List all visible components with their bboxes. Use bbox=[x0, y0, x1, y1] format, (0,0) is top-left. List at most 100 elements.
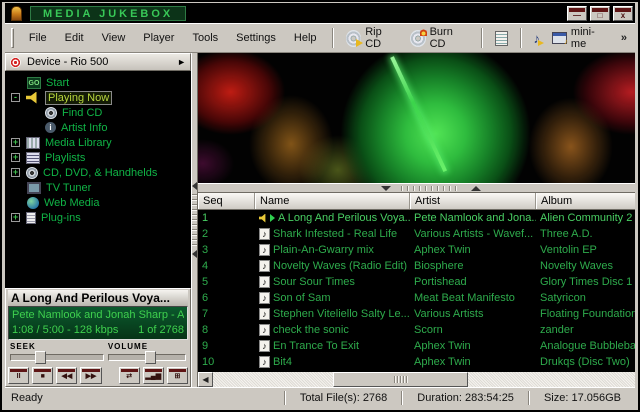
horizontal-scrollbar[interactable]: ◀ ▶ bbox=[198, 372, 635, 387]
expand-expander[interactable]: + bbox=[11, 153, 20, 162]
sidebar-item-playlists[interactable]: + Playlists bbox=[5, 150, 191, 165]
sidebar-item-start[interactable]: Start bbox=[5, 75, 191, 90]
column-header-name[interactable]: Name bbox=[255, 193, 410, 209]
table-row[interactable]: 1 A Long And Perilous Voya... Pete Namlo… bbox=[198, 210, 635, 226]
sidebar-item-playing-now[interactable]: - Playing Now bbox=[5, 90, 191, 105]
music-note-icon: ♪ bbox=[259, 244, 270, 256]
close-button[interactable]: x bbox=[613, 6, 633, 21]
main-panel: Seq Name Artist Album 1 A Long And Peril… bbox=[198, 53, 635, 387]
menu-tools[interactable]: Tools bbox=[183, 29, 227, 47]
table-row[interactable]: 4 ♪Novelty Waves (Radio Edit) Biosphere … bbox=[198, 258, 635, 274]
menu-view[interactable]: View bbox=[93, 29, 135, 47]
status-total-files: Total File(s): 2768 bbox=[286, 392, 401, 404]
track-time: 1:08 / 5:00 - 128 kbps bbox=[12, 323, 118, 338]
column-header-seq[interactable]: Seq bbox=[198, 193, 255, 209]
find-cd-icon bbox=[45, 107, 57, 119]
scroll-left-icon[interactable]: ◀ bbox=[198, 372, 213, 387]
music-note-icon: ♪ bbox=[259, 340, 270, 352]
collapse-up-icon[interactable] bbox=[471, 186, 481, 191]
sidebar-item-cd-dvd-handhelds[interactable]: + CD, DVD, & Handhelds bbox=[5, 165, 191, 180]
navigation-tree: Start - Playing Now Find CD Artist Info … bbox=[5, 71, 191, 288]
sidebar-item-tv-tuner[interactable]: TV Tuner bbox=[5, 180, 191, 195]
splitter-grip[interactable] bbox=[192, 194, 197, 246]
seek-slider[interactable] bbox=[10, 354, 104, 361]
music-note-icon: ♪ bbox=[259, 324, 270, 336]
seek-slider-thumb[interactable] bbox=[35, 351, 46, 364]
horizontal-scroll-thumb[interactable] bbox=[333, 372, 468, 387]
stop-button[interactable]: ■ bbox=[32, 367, 53, 384]
column-header-artist[interactable]: Artist bbox=[410, 193, 536, 209]
go-icon bbox=[27, 77, 41, 89]
sidebar-item-media-library[interactable]: + Media Library bbox=[5, 135, 191, 150]
table-row[interactable]: 9 ♪En Trance To Exit Aphex Twin Analogue… bbox=[198, 338, 635, 354]
visualization-splitter[interactable] bbox=[198, 183, 635, 193]
menu-edit[interactable]: Edit bbox=[56, 29, 93, 47]
menu-settings[interactable]: Settings bbox=[227, 29, 285, 47]
burn-cd-button[interactable]: Burn CD bbox=[404, 24, 475, 52]
toolbar-overflow-chevron[interactable]: » bbox=[613, 32, 631, 44]
equalizer-button[interactable]: ▂▄▆ bbox=[143, 367, 164, 384]
title-bar[interactable]: MEDIA JUKEBOX — □ x bbox=[5, 3, 635, 23]
expand-expander[interactable]: + bbox=[11, 213, 20, 222]
sidebar-item-web-media[interactable]: Web Media bbox=[5, 195, 191, 210]
pause-button[interactable]: II bbox=[8, 367, 29, 384]
collapse-down-icon[interactable] bbox=[381, 186, 391, 191]
column-header-album[interactable]: Album bbox=[536, 193, 635, 209]
rewind-button[interactable]: ◀◀ bbox=[56, 367, 77, 384]
music-note-icon: ♪ bbox=[259, 356, 270, 368]
rewind-icon: ◀◀ bbox=[57, 372, 76, 383]
status-size: Size: 17.056GB bbox=[530, 392, 635, 404]
equalizer-icon: ▂▄▆ bbox=[144, 372, 163, 383]
collapse-expander[interactable]: - bbox=[11, 93, 20, 102]
sidebar-splitter[interactable] bbox=[191, 53, 198, 387]
music-tool-button[interactable]: ♪ bbox=[528, 30, 547, 47]
media-library-icon bbox=[26, 137, 40, 149]
sidebar-item-find-cd[interactable]: Find CD bbox=[5, 105, 191, 120]
music-note-icon: ♪ bbox=[259, 308, 270, 320]
menu-file[interactable]: File bbox=[20, 29, 56, 47]
expand-expander[interactable]: + bbox=[11, 138, 20, 147]
playlist-position: 1 of 2768 bbox=[138, 323, 184, 338]
toolbar-grip[interactable] bbox=[11, 28, 14, 48]
rip-cd-button[interactable]: Rip CD bbox=[340, 24, 404, 52]
now-playing-title: A Long And Perilous Voya... bbox=[8, 290, 188, 306]
status-ready: Ready bbox=[5, 392, 284, 404]
playlist-picker-button[interactable] bbox=[489, 29, 514, 48]
expand-expander[interactable]: + bbox=[11, 168, 20, 177]
fast-forward-button[interactable]: ▶▶ bbox=[80, 367, 101, 384]
playlist-button[interactable]: ⊞ bbox=[167, 367, 188, 384]
table-row[interactable]: 5 ♪Sour Sour Times Portishead Glory Time… bbox=[198, 274, 635, 290]
table-row[interactable]: 2 ♪Shark Infested - Real Life Various Ar… bbox=[198, 226, 635, 242]
mini-me-button[interactable]: mini-me bbox=[546, 24, 613, 52]
volume-slider-thumb[interactable] bbox=[145, 351, 156, 364]
device-selector[interactable]: Device - Rio 500 ► bbox=[5, 53, 191, 71]
collapse-left-icon[interactable] bbox=[192, 182, 197, 190]
sidebar-item-artist-info[interactable]: Artist Info bbox=[5, 120, 191, 135]
collapse-left-icon[interactable] bbox=[192, 250, 197, 258]
sidebar-item-plug-ins[interactable]: + Plug-ins bbox=[5, 210, 191, 225]
table-row[interactable]: 6 ♪Son of Sam Meat Beat Manifesto Satyri… bbox=[198, 290, 635, 306]
device-next-arrow-icon[interactable]: ► bbox=[177, 57, 186, 67]
toolbar-separator bbox=[332, 28, 334, 48]
music-note-icon: ♪ bbox=[259, 260, 270, 272]
status-bar: Ready Total File(s): 2768 Duration: 283:… bbox=[5, 387, 635, 407]
table-row[interactable]: 10 ♪Bit4 Aphex Twin Drukqs (Disc Two) bbox=[198, 354, 635, 370]
menu-help[interactable]: Help bbox=[285, 29, 326, 47]
fast-forward-icon: ▶▶ bbox=[81, 372, 100, 383]
table-row[interactable]: 3 ♪Plain-An-Gwarry mix Aphex Twin Ventol… bbox=[198, 242, 635, 258]
web-media-icon bbox=[27, 197, 39, 209]
now-playing-speaker-icon bbox=[259, 214, 267, 223]
plugins-icon bbox=[26, 212, 36, 224]
minimize-button[interactable]: — bbox=[567, 6, 587, 21]
sidebar: Device - Rio 500 ► Start - Playing Now F… bbox=[5, 53, 191, 387]
speaker-icon bbox=[26, 92, 40, 104]
table-row[interactable]: 8 ♪check the sonic Scorn zander bbox=[198, 322, 635, 338]
table-row[interactable]: 7 ♪Stephen Viteliello Salty Le... Variou… bbox=[198, 306, 635, 322]
maximize-button[interactable]: □ bbox=[590, 6, 610, 21]
device-selector-label: Device - Rio 500 bbox=[27, 56, 108, 68]
volume-slider[interactable] bbox=[108, 354, 186, 361]
device-target-icon bbox=[10, 57, 21, 68]
splitter-grip[interactable] bbox=[401, 186, 461, 191]
shuffle-button[interactable]: ⇄ bbox=[119, 367, 140, 384]
menu-player[interactable]: Player bbox=[134, 29, 183, 47]
